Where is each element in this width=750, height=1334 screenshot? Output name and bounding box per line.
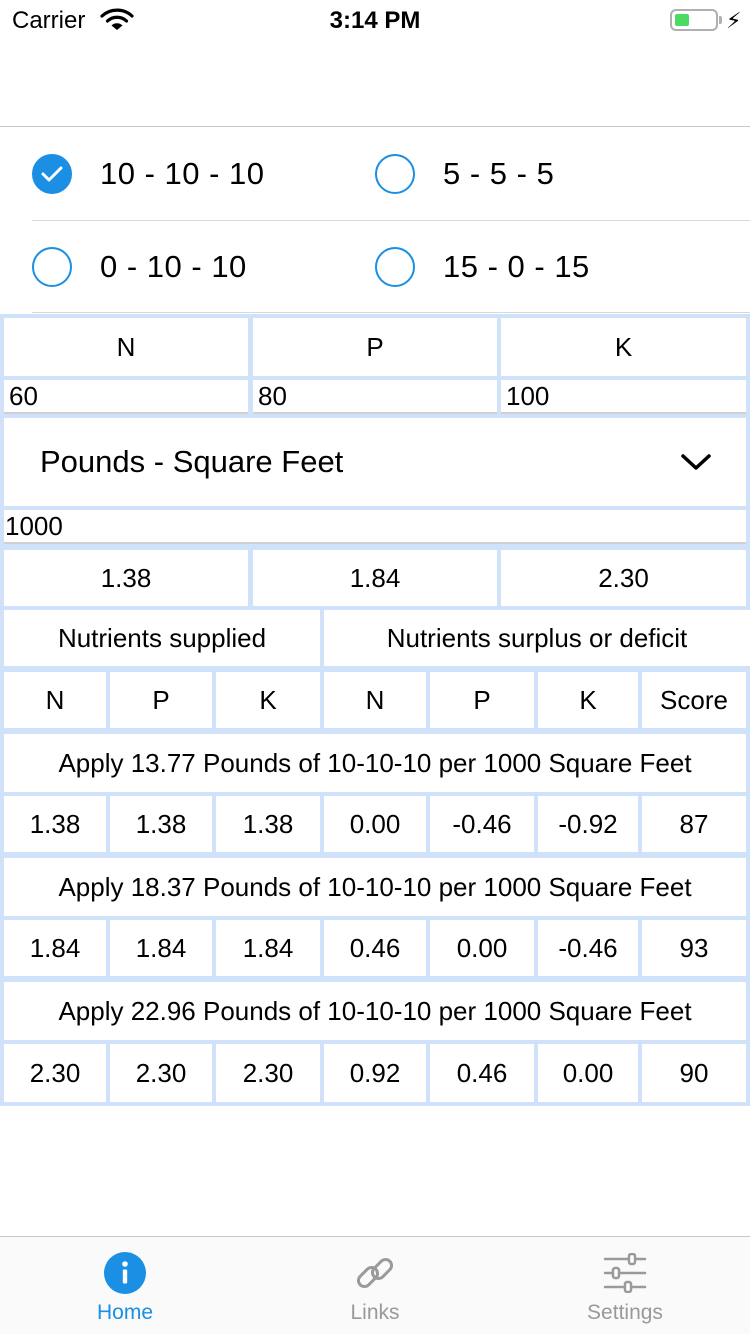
header-n: N [4, 318, 248, 376]
col-header: N [324, 672, 426, 728]
col-header: K [538, 672, 638, 728]
tab-label: Settings [587, 1301, 663, 1324]
result-score: 90 [642, 1044, 746, 1102]
option-0-10-10[interactable]: 0 - 10 - 10 [32, 237, 247, 297]
status-bar: Carrier 3:14 PM ⚡ [0, 0, 750, 40]
col-header: N [4, 672, 106, 728]
per-area-p: 1.84 [253, 550, 497, 606]
header-p: P [253, 318, 497, 376]
unit-select[interactable]: Pounds - Square Feet [4, 418, 746, 506]
option-15-0-15[interactable]: 15 - 0 - 15 [375, 237, 590, 297]
n-input[interactable]: 60 [4, 380, 248, 414]
option-label: 15 - 0 - 15 [443, 249, 590, 284]
charging-icon: ⚡ [726, 8, 742, 33]
option-label: 0 - 10 - 10 [100, 249, 247, 284]
tab-label: Links [350, 1301, 400, 1324]
result-value: 0.46 [430, 1044, 534, 1102]
radio-circle-icon[interactable] [375, 154, 415, 194]
result-value: 0.00 [324, 796, 426, 852]
result-value: 1.38 [4, 796, 106, 852]
header-k: K [501, 318, 746, 376]
info-icon [103, 1251, 147, 1295]
result-value: 1.38 [216, 796, 320, 852]
result-value: 1.84 [216, 920, 320, 976]
p-input[interactable]: 80 [253, 380, 497, 414]
option-5-5-5[interactable]: 5 - 5 - 5 [375, 144, 554, 204]
tab-settings[interactable]: Settings [500, 1237, 750, 1334]
option-divider [32, 220, 750, 221]
k-input[interactable]: 100 [501, 380, 746, 414]
battery-icon [670, 9, 718, 31]
tab-label: Home [96, 1301, 154, 1324]
col-header: K [216, 672, 320, 728]
col-header: Score [642, 672, 746, 728]
nutrients-supplied-header: Nutrients supplied [4, 610, 320, 666]
col-header: P [430, 672, 534, 728]
result-value: 0.00 [538, 1044, 638, 1102]
header-divider [0, 126, 750, 127]
per-area-k: 2.30 [501, 550, 746, 606]
radio-circle-icon[interactable] [375, 247, 415, 287]
result-value: 0.46 [324, 920, 426, 976]
result-value: 1.84 [110, 920, 212, 976]
chevron-down-icon [680, 444, 712, 480]
col-header: P [110, 672, 212, 728]
result-value: -0.46 [430, 796, 534, 852]
checkmark-icon[interactable] [32, 154, 72, 194]
result-value: 0.92 [324, 1044, 426, 1102]
calculator-grid: N P K 60 80 100 Pounds - Square Feet 100… [0, 314, 750, 1106]
nutrients-surplus-header: Nutrients surplus or deficit [324, 610, 750, 666]
option-label: 5 - 5 - 5 [443, 156, 555, 191]
link-icon [353, 1251, 397, 1295]
result-value: 1.38 [110, 796, 212, 852]
result-value: 2.30 [216, 1044, 320, 1102]
option-divider [32, 312, 750, 313]
option-10-10-10[interactable]: 10 - 10 - 10 [32, 144, 265, 204]
sliders-icon [603, 1251, 647, 1295]
result-value: -0.92 [538, 796, 638, 852]
result-value: 0.00 [430, 920, 534, 976]
result-score: 87 [642, 796, 746, 852]
result-instruction: Apply 13.77 Pounds of 10-10-10 per 1000 … [4, 734, 746, 792]
battery-cap [719, 16, 722, 24]
result-value: 1.84 [4, 920, 106, 976]
tab-links[interactable]: Links [250, 1237, 500, 1334]
tab-home[interactable]: Home [0, 1237, 250, 1334]
clock: 3:14 PM [329, 7, 421, 34]
result-value: 2.30 [110, 1044, 212, 1102]
tab-bar: Home Links Settings [0, 1236, 750, 1334]
area-input[interactable]: 1000 [4, 510, 746, 544]
result-value: 2.30 [4, 1044, 106, 1102]
unit-select-value: Pounds - Square Feet [40, 444, 344, 479]
result-instruction: Apply 22.96 Pounds of 10-10-10 per 1000 … [4, 982, 746, 1040]
radio-circle-icon[interactable] [32, 247, 72, 287]
result-value: -0.46 [538, 920, 638, 976]
result-score: 93 [642, 920, 746, 976]
result-instruction: Apply 18.37 Pounds of 10-10-10 per 1000 … [4, 858, 746, 916]
option-label: 10 - 10 - 10 [100, 156, 265, 191]
per-area-n: 1.38 [4, 550, 248, 606]
